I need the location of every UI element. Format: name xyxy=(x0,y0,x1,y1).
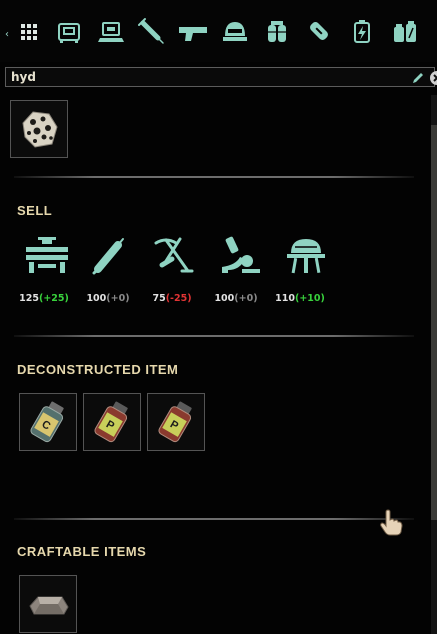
storage-icon[interactable] xyxy=(52,12,86,52)
craftable-section-title: CRAFTABLE ITEMS xyxy=(17,544,147,559)
backpack-icon[interactable] xyxy=(260,12,294,52)
station-price: 100(+0) xyxy=(206,293,266,304)
craftable-item-slot[interactable] xyxy=(19,575,77,633)
item-browser-panel: ‹ hyd SELL 125(+25) 100(+0) 75(-25) 100(… xyxy=(0,0,437,634)
section-divider xyxy=(14,176,414,178)
hand-cursor-icon xyxy=(378,508,404,536)
search-bar xyxy=(5,67,437,87)
computer-icon[interactable] xyxy=(94,12,128,52)
station-price: 110(+10) xyxy=(270,293,330,304)
chemical-jar-yellow-icon: C xyxy=(30,401,64,443)
chemical-jar-red-icon: P xyxy=(94,401,128,443)
station-price: 125(+25) xyxy=(14,293,74,304)
price-base: 100 xyxy=(214,293,235,304)
price-delta: (+10) xyxy=(294,293,325,304)
deconstructed-section-title: DECONSTRUCTED ITEM xyxy=(17,362,179,377)
syringe-icon[interactable] xyxy=(134,12,168,52)
price-base: 125 xyxy=(19,293,39,304)
medical-syringe-station-icon[interactable] xyxy=(86,235,132,275)
category-bar: ‹ xyxy=(0,0,437,62)
chemical-jar-red-icon: P xyxy=(158,401,192,443)
battery-icon[interactable] xyxy=(345,12,379,52)
outpost-station-icon[interactable] xyxy=(283,235,329,275)
ore-chunk-icon xyxy=(22,111,58,148)
sell-section-title: SELL xyxy=(17,203,53,218)
price-base: 75 xyxy=(152,293,166,304)
close-icon[interactable] xyxy=(429,70,437,86)
section-divider xyxy=(14,335,414,337)
deconstructed-item-slot[interactable]: C xyxy=(19,393,77,451)
bomb-icon[interactable] xyxy=(302,12,336,52)
search-result-slot[interactable] xyxy=(10,100,68,158)
pistol-icon[interactable] xyxy=(176,12,210,52)
deconstructed-item-slot[interactable]: P xyxy=(83,393,141,451)
helmet-icon[interactable] xyxy=(218,12,252,52)
price-delta: (+0) xyxy=(106,293,130,304)
price-delta: (+0) xyxy=(234,293,258,304)
deconstructed-item-slot[interactable]: P xyxy=(147,393,205,451)
scroll-left-arrow[interactable]: ‹ xyxy=(5,30,9,40)
section-divider xyxy=(14,518,414,520)
price-delta: (+25) xyxy=(38,293,69,304)
metal-ingot-icon xyxy=(29,596,69,615)
search-input[interactable] xyxy=(11,69,401,85)
price-delta: (-25) xyxy=(165,293,192,304)
price-base: 110 xyxy=(275,293,295,304)
engineering-station-icon[interactable] xyxy=(24,235,70,275)
scrollbar-thumb[interactable] xyxy=(431,125,437,520)
station-price: 100(+0) xyxy=(78,293,138,304)
research-station-icon[interactable] xyxy=(218,235,264,275)
mining-station-icon[interactable] xyxy=(152,235,198,275)
price-base: 100 xyxy=(86,293,107,304)
pencil-icon[interactable] xyxy=(410,70,426,86)
chemicals-icon[interactable] xyxy=(388,12,422,52)
grid-icon[interactable] xyxy=(12,12,46,52)
station-price: 75(-25) xyxy=(142,293,202,304)
